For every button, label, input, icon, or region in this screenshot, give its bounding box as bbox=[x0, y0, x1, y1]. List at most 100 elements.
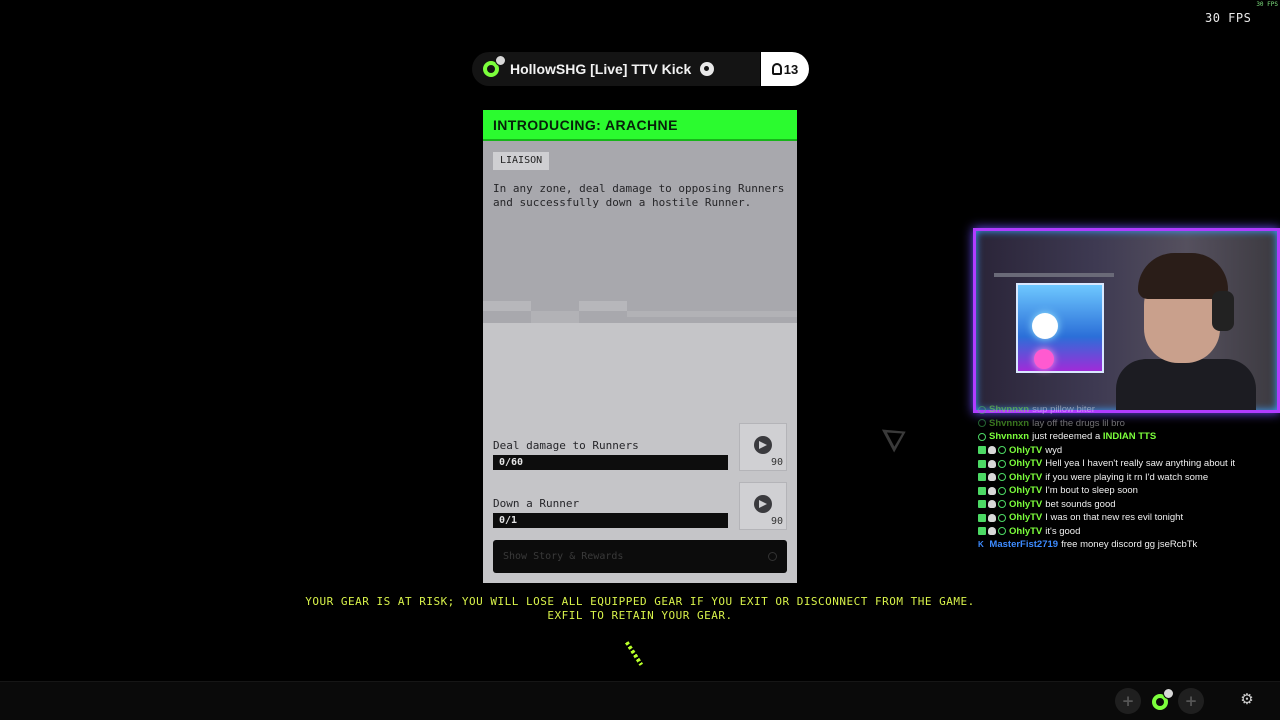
chat-badge-icon bbox=[978, 432, 986, 441]
chat-text: free money discord gg jseRcbTk bbox=[1061, 539, 1198, 551]
player-count-badge: 13 bbox=[761, 52, 809, 86]
headset bbox=[1212, 291, 1234, 331]
chat-badge-icon bbox=[998, 500, 1006, 509]
mouse-cursor-icon bbox=[881, 420, 912, 453]
objective-2-reward[interactable]: 90 bbox=[739, 482, 787, 530]
reputation-icon bbox=[754, 436, 772, 454]
chat-username: Shvnnxn bbox=[989, 431, 1030, 443]
player-count-icon bbox=[771, 63, 782, 75]
streamer-webcam bbox=[973, 228, 1280, 413]
card-header: INTRODUCING: ARACHNE bbox=[483, 110, 797, 141]
chat-badge-icon bbox=[998, 473, 1006, 482]
pixel-decoration bbox=[627, 311, 797, 317]
chat-text: bet sounds good bbox=[1045, 498, 1116, 510]
chat-username: OhlyTV bbox=[1009, 444, 1043, 456]
info-icon bbox=[768, 552, 777, 561]
player-count: 13 bbox=[783, 61, 799, 77]
player-nameplate[interactable]: HollowSHG [Live] TTV Kick bbox=[472, 52, 760, 86]
show-story-rewards-button[interactable]: Show Story & Rewards bbox=[493, 540, 787, 573]
pixel-decoration bbox=[483, 301, 531, 311]
objective-2-progress: 0/1 bbox=[493, 513, 728, 528]
chat-message: OhlyTV if you were playing it rn I'd watc… bbox=[978, 471, 1278, 485]
chat-message: Shvnnxn lay off the drugs lil bro bbox=[978, 417, 1278, 431]
objective-1-label: Deal damage to Runners bbox=[493, 439, 639, 452]
chat-message: Shvnnxn sup pillow biter bbox=[978, 403, 1278, 417]
pc-case bbox=[1016, 283, 1104, 373]
chat-username: OhlyTV bbox=[1009, 498, 1043, 510]
chat-badge-icon bbox=[998, 513, 1006, 522]
chat-text: lay off the drugs lil bro bbox=[1032, 417, 1125, 429]
skull-badge-icon bbox=[988, 459, 996, 468]
chat-username: Shvnnxn bbox=[989, 404, 1030, 416]
chat-badge-icon bbox=[998, 527, 1006, 536]
objective-2-label: Down a Runner bbox=[493, 497, 580, 510]
contract-tag: LIAISON bbox=[493, 152, 550, 170]
chat-username: OhlyTV bbox=[1009, 458, 1043, 470]
skull-badge-icon bbox=[988, 527, 996, 536]
add-party-slot-left[interactable]: + bbox=[1115, 688, 1141, 714]
kick-badge-icon: K bbox=[978, 540, 984, 550]
add-party-slot-right[interactable]: + bbox=[1178, 688, 1204, 714]
chat-message: OhlyTV it's good bbox=[978, 525, 1278, 539]
pc-fan bbox=[1034, 349, 1054, 369]
stream-chat: Shvnnxn sup pillow biter Shvnnxn lay off t… bbox=[978, 403, 1278, 552]
chat-badge-icon bbox=[998, 486, 1006, 495]
pixel-decoration bbox=[579, 301, 627, 311]
chat-username: OhlyTV bbox=[1009, 525, 1043, 537]
chat-badge-icon bbox=[978, 419, 986, 428]
fps-counter-small: 30 FPS bbox=[1256, 1, 1278, 8]
skull-badge-icon bbox=[988, 473, 996, 482]
objective-1-reward-value: 90 bbox=[770, 457, 783, 468]
steam-icon bbox=[700, 62, 715, 76]
chat-message: K MasterFist2719 free money discord gg js… bbox=[978, 538, 1278, 552]
shelf bbox=[994, 273, 1114, 277]
reputation-icon bbox=[754, 495, 772, 513]
chat-username: OhlyTV bbox=[1009, 485, 1043, 497]
verified-badge-icon bbox=[978, 446, 986, 455]
chat-badge-icon bbox=[978, 405, 986, 414]
verified-badge-icon bbox=[978, 473, 986, 482]
chat-text: just redeemed a bbox=[1032, 431, 1101, 443]
chat-text: if you were playing it rn I'd watch some bbox=[1045, 471, 1209, 483]
verified-badge-icon bbox=[978, 486, 986, 495]
chat-message: OhlyTV wyd bbox=[978, 444, 1278, 458]
skull-badge-icon bbox=[988, 500, 996, 509]
verified-badge-icon bbox=[978, 500, 986, 509]
chat-badge-icon bbox=[998, 459, 1006, 468]
verified-badge-icon bbox=[978, 513, 986, 522]
skull-badge-icon bbox=[988, 446, 996, 455]
contract-card: INTRODUCING: ARACHNE LIAISON In any zone… bbox=[483, 110, 797, 583]
chat-message: OhlyTV bet sounds good bbox=[978, 498, 1278, 512]
bottom-bar bbox=[0, 681, 1280, 720]
loading-spinner-icon bbox=[624, 641, 644, 666]
skull-badge-icon bbox=[988, 486, 996, 495]
fps-counter: 30 FPS bbox=[1205, 11, 1252, 25]
objective-2-reward-value: 90 bbox=[770, 516, 783, 527]
chat-message: OhlyTV I'm bout to sleep soon bbox=[978, 484, 1278, 498]
chat-redeem-highlight: INDIAN TTS bbox=[1102, 431, 1157, 443]
card-title: INTRODUCING: ARACHNE bbox=[493, 116, 678, 133]
chat-username: OhlyTV bbox=[1009, 471, 1043, 483]
objective-1-reward[interactable]: 90 bbox=[739, 423, 787, 471]
verified-badge-icon bbox=[978, 459, 986, 468]
chat-username: MasterFist2719 bbox=[989, 539, 1059, 551]
verified-badge-icon bbox=[978, 527, 986, 536]
chat-username: Shvnnxn bbox=[989, 417, 1030, 429]
show-story-rewards-label: Show Story & Rewards bbox=[503, 551, 624, 562]
player-avatar-icon bbox=[480, 55, 506, 81]
pc-fan bbox=[1032, 313, 1058, 339]
chat-username: OhlyTV bbox=[1009, 512, 1043, 524]
skull-badge-icon bbox=[988, 513, 996, 522]
chat-message: OhlyTV Hell yea I haven't really saw anyt… bbox=[978, 457, 1278, 471]
chat-text: Hell yea I haven't really saw anything a… bbox=[1045, 458, 1236, 470]
party-player-icon[interactable] bbox=[1147, 688, 1174, 714]
chat-text: it's good bbox=[1045, 525, 1081, 537]
player-name: HollowSHG [Live] TTV Kick bbox=[510, 61, 692, 77]
chat-badge-icon bbox=[998, 446, 1006, 455]
chat-text: I'm bout to sleep soon bbox=[1045, 485, 1138, 497]
objective-1-progress: 0/60 bbox=[493, 455, 728, 470]
gear-warning-line-1: YOUR GEAR IS AT RISK; YOU WILL LOSE ALL … bbox=[305, 595, 975, 608]
gear-icon[interactable]: ⚙ bbox=[1239, 691, 1255, 707]
chat-text: sup pillow biter bbox=[1032, 404, 1095, 416]
chat-message: OhlyTV I was on that new res evil tonight bbox=[978, 511, 1278, 525]
